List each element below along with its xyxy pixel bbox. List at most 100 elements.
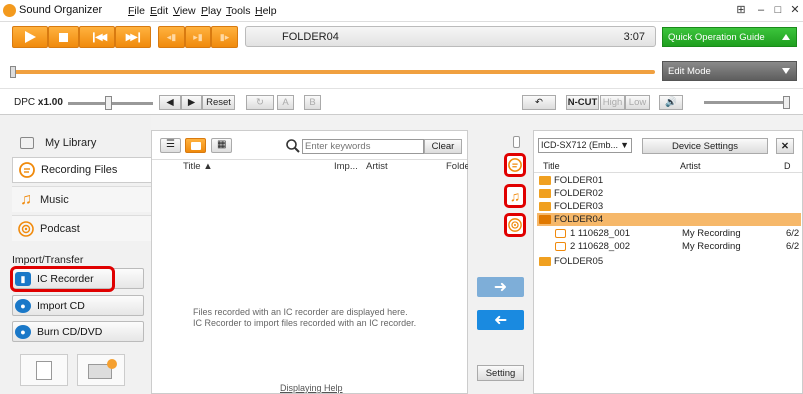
previous-button[interactable]: ❙◀◀ — [79, 26, 115, 48]
table-row[interactable]: 2 110628_002 My Recording 6/2 — [539, 240, 801, 253]
table-row[interactable]: 1 110628_001 My Recording 6/2 — [539, 227, 801, 240]
dpc-slider-handle[interactable] — [105, 96, 112, 110]
search-input[interactable] — [302, 139, 424, 154]
seek-handle[interactable] — [10, 66, 16, 78]
device-column-artist[interactable]: Artist — [680, 161, 701, 171]
low-button[interactable]: Low — [625, 95, 650, 110]
sidebar-item-podcast[interactable]: Podcast — [12, 215, 151, 241]
menu-view[interactable]: View — [173, 5, 196, 17]
play-icon — [25, 31, 36, 43]
sidebar-item-label: Podcast — [40, 222, 80, 235]
open-folder-icon — [539, 215, 551, 224]
next-mark-button[interactable]: ▮▸ — [211, 26, 238, 48]
list-item[interactable]: FOLDER01 — [539, 174, 801, 187]
row-title: FOLDER04 — [554, 214, 604, 225]
speech-bubble-icon — [19, 162, 35, 178]
quick-operation-guide-button[interactable]: Quick Operation Guide — [662, 27, 797, 47]
seek-bar[interactable] — [12, 70, 655, 74]
close-icon[interactable]: ✕ — [788, 4, 802, 17]
triangle-up-icon — [782, 34, 790, 40]
device-select[interactable]: ICD-SX712 (Emb... ▼ — [538, 138, 632, 153]
easy-search-icon: ↶ — [535, 97, 543, 108]
device-column-title[interactable]: Title — [543, 161, 560, 171]
menu-tools[interactable]: Tools — [226, 5, 251, 17]
prev-mark-button[interactable]: ◂▮ — [158, 26, 185, 48]
notes-button[interactable] — [20, 354, 68, 386]
row-title: 1 110628_001 — [570, 228, 631, 239]
device-settings-button[interactable]: Device Settings — [642, 138, 768, 154]
menu-help[interactable]: Help — [255, 5, 277, 17]
grid-view-button[interactable]: ▦ — [211, 138, 232, 153]
device-recordings-button[interactable] — [504, 153, 526, 177]
burn-disc-icon: ● — [15, 324, 31, 339]
arrow-left-icon: ➜ — [493, 312, 508, 329]
dpc-text: DPC — [14, 97, 36, 108]
folder-icon — [191, 142, 201, 150]
transfer-to-device-button[interactable]: ➜ — [477, 277, 524, 297]
setting-button[interactable]: Setting — [477, 365, 524, 381]
ncut-button[interactable]: N-CUT — [566, 95, 599, 110]
stop-button[interactable] — [48, 26, 79, 48]
dpc-value: x1.00 — [37, 97, 63, 108]
easy-search-button[interactable]: ↶ — [522, 95, 556, 110]
next-mark-icon: ▮▸ — [219, 31, 230, 42]
empty-message-line1: Files recorded with an IC recorder are d… — [193, 307, 408, 317]
quick-guide-label: Quick Operation Guide — [668, 32, 765, 43]
sidebar-item-music[interactable]: ♫ Music — [12, 186, 151, 212]
repeat-button[interactable]: ↻ — [246, 95, 274, 110]
import-cd-button[interactable]: ● Import CD — [12, 295, 144, 316]
edit-mode-button[interactable]: Edit Mode — [662, 61, 797, 81]
column-label: Title — [183, 161, 201, 172]
header-divider — [152, 159, 467, 160]
recording-file-icon — [555, 242, 566, 251]
add-mark-button[interactable]: ▸▮ — [185, 26, 211, 48]
menu-file[interactable]: File — [128, 5, 145, 17]
device-podcast-button[interactable] — [504, 213, 526, 237]
list-item[interactable]: FOLDER05 — [539, 255, 801, 268]
speech-bubble-icon — [508, 158, 522, 172]
sidebar-item-recording-files[interactable]: Recording Files — [12, 157, 151, 183]
minimize-icon[interactable]: – — [754, 4, 768, 17]
close-device-button[interactable]: ✕ — [776, 138, 794, 154]
maximize-icon[interactable]: □ — [771, 4, 785, 17]
b-point-button[interactable]: B — [304, 95, 321, 110]
sidebar-item-label: Recording Files — [41, 164, 118, 176]
list-view-button[interactable]: ☰ — [160, 138, 181, 153]
column-header-imported[interactable]: Imp... — [334, 161, 358, 172]
dpc-decrease-button[interactable]: ◀ — [159, 95, 181, 110]
column-header-artist[interactable]: Artist — [366, 161, 388, 172]
burn-cd-dvd-button[interactable]: ● Burn CD/DVD — [12, 321, 144, 342]
triangle-down-icon — [782, 68, 790, 74]
menu-play[interactable]: Play — [201, 5, 221, 17]
import-from-device-button[interactable]: ➜ — [477, 310, 524, 330]
list-item-selected[interactable]: FOLDER04 — [537, 213, 801, 226]
dpc-increase-button[interactable]: ▶ — [181, 95, 202, 110]
folder-icon — [539, 176, 551, 185]
column-header-folder[interactable]: Folde — [446, 161, 470, 172]
clear-button[interactable]: Clear — [424, 139, 462, 154]
play-button[interactable] — [12, 26, 48, 48]
email-button[interactable] — [77, 354, 125, 386]
device-music-button[interactable]: ♫ — [504, 184, 526, 208]
folder-view-button[interactable] — [185, 138, 206, 153]
dpc-reset-button[interactable]: Reset — [202, 95, 235, 110]
volume-slider-track[interactable] — [704, 101, 790, 104]
menu-edit[interactable]: Edit — [150, 5, 168, 17]
folder-icon — [539, 189, 551, 198]
sort-ascending-icon: ▲ — [203, 161, 213, 172]
row-title: FOLDER03 — [554, 201, 604, 212]
displaying-help-link[interactable]: Displaying Help — [280, 383, 343, 393]
folder-icon — [539, 202, 551, 211]
restore-icon[interactable]: ⊞ — [734, 4, 748, 17]
volume-slider-handle[interactable] — [783, 96, 790, 109]
device-column-date[interactable]: D — [784, 161, 791, 171]
mute-button[interactable]: 🔊 — [659, 95, 683, 110]
list-item[interactable]: FOLDER03 — [539, 200, 801, 213]
empty-message-line2: IC Recorder to import files recorded wit… — [193, 318, 417, 328]
device-name: ICD-SX712 (Emb... — [541, 140, 619, 150]
a-point-button[interactable]: A — [277, 95, 294, 110]
list-item[interactable]: FOLDER02 — [539, 187, 801, 200]
column-header-title[interactable]: Title ▲ — [183, 161, 213, 172]
high-button[interactable]: High — [600, 95, 625, 110]
next-button[interactable]: ▶▶❙ — [115, 26, 151, 48]
